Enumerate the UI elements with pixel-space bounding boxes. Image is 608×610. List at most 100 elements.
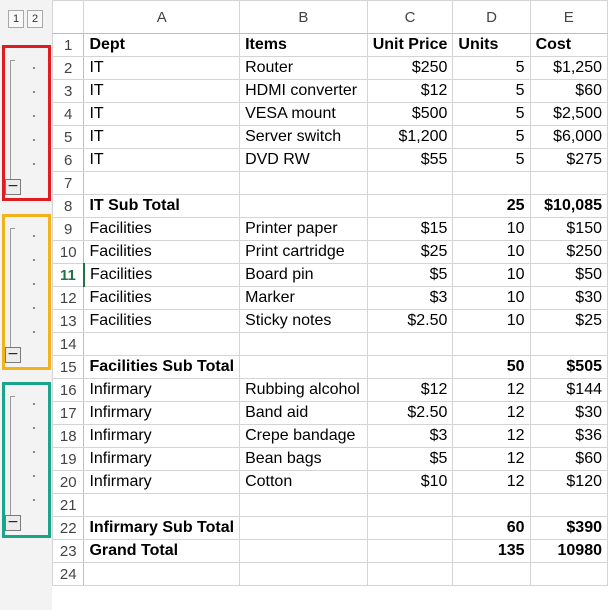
- cell-e[interactable]: Cost: [529, 33, 608, 57]
- cell-c[interactable]: $5: [366, 447, 454, 471]
- row-header[interactable]: 18: [51, 424, 85, 448]
- cell-d[interactable]: [452, 332, 531, 356]
- row-header[interactable]: 6: [51, 148, 85, 172]
- cell-c[interactable]: Unit Price: [366, 33, 454, 57]
- cell-a[interactable]: Grand Total: [83, 539, 241, 563]
- cell-d[interactable]: 12: [452, 424, 531, 448]
- row-header[interactable]: 15: [51, 355, 85, 379]
- cell-c[interactable]: [366, 332, 454, 356]
- cell-b[interactable]: Bean bags: [239, 447, 368, 471]
- collapse-group-it-button[interactable]: −: [5, 179, 21, 195]
- row-header[interactable]: 3: [51, 79, 85, 103]
- cell-c[interactable]: [366, 355, 454, 379]
- cell-a[interactable]: Facilities: [83, 309, 241, 333]
- cell-b[interactable]: Server switch: [239, 125, 368, 149]
- row-header[interactable]: 12: [51, 286, 85, 310]
- cell-c[interactable]: $12: [366, 378, 454, 402]
- row-header[interactable]: 17: [51, 401, 85, 425]
- cell-b[interactable]: Marker: [239, 286, 368, 310]
- row-header[interactable]: 13: [51, 309, 85, 333]
- cell-a[interactable]: IT: [83, 102, 241, 126]
- cell-c[interactable]: [366, 171, 454, 195]
- cell-e[interactable]: $505: [529, 355, 608, 379]
- cell-d[interactable]: 12: [452, 378, 531, 402]
- cell-d[interactable]: 5: [452, 102, 531, 126]
- row-header[interactable]: 5: [51, 125, 85, 149]
- cell-c[interactable]: $2.50: [366, 309, 454, 333]
- cell-a[interactable]: Facilities: [83, 286, 241, 310]
- cell-e[interactable]: $120: [529, 470, 608, 494]
- cell-c[interactable]: $1,200: [366, 125, 454, 149]
- cell-e[interactable]: $250: [529, 240, 608, 264]
- cell-e[interactable]: 10980: [529, 539, 608, 563]
- cell-e[interactable]: $6,000: [529, 125, 608, 149]
- cell-b[interactable]: Sticky notes: [239, 309, 368, 333]
- cell-c[interactable]: $3: [366, 286, 454, 310]
- cell-c[interactable]: $250: [366, 56, 454, 80]
- cell-d[interactable]: 5: [452, 148, 531, 172]
- cell-b[interactable]: [239, 194, 368, 218]
- cell-d[interactable]: 10: [452, 217, 531, 241]
- cell-d[interactable]: 12: [452, 401, 531, 425]
- cell-b[interactable]: DVD RW: [239, 148, 368, 172]
- cell-e[interactable]: $390: [529, 516, 608, 540]
- cell-b[interactable]: [239, 332, 368, 356]
- cell-a[interactable]: Infirmary: [83, 447, 241, 471]
- row-header[interactable]: 7: [51, 171, 85, 195]
- row-header[interactable]: 4: [51, 102, 85, 126]
- cell-b[interactable]: Band aid: [239, 401, 368, 425]
- row-header[interactable]: 23: [51, 539, 85, 563]
- row-header[interactable]: 24: [51, 562, 85, 586]
- cell-c[interactable]: $5: [366, 263, 454, 287]
- row-header[interactable]: 11: [51, 263, 85, 287]
- cell-e[interactable]: $1,250: [529, 56, 608, 80]
- cell-a[interactable]: IT: [83, 56, 241, 80]
- cell-b[interactable]: Router: [239, 56, 368, 80]
- cell-d[interactable]: 10: [452, 263, 531, 287]
- cell-a[interactable]: IT: [83, 125, 241, 149]
- cell-e[interactable]: [529, 562, 608, 586]
- cell-c[interactable]: $500: [366, 102, 454, 126]
- collapse-group-facilities-button[interactable]: −: [5, 347, 21, 363]
- cell-d[interactable]: 5: [452, 79, 531, 103]
- cell-e[interactable]: [529, 332, 608, 356]
- cell-a[interactable]: IT Sub Total: [83, 194, 241, 218]
- cell-b[interactable]: HDMI converter: [239, 79, 368, 103]
- cell-d[interactable]: 10: [452, 309, 531, 333]
- row-header[interactable]: 9: [51, 217, 85, 241]
- column-header-e[interactable]: E: [529, 0, 608, 34]
- cell-d[interactable]: 12: [452, 470, 531, 494]
- cell-c[interactable]: $2.50: [366, 401, 454, 425]
- cell-a[interactable]: Infirmary Sub Total: [83, 516, 241, 540]
- cell-e[interactable]: $60: [529, 79, 608, 103]
- row-header[interactable]: 22: [51, 516, 85, 540]
- cell-c[interactable]: $12: [366, 79, 454, 103]
- row-header[interactable]: 1: [51, 33, 85, 57]
- cell-e[interactable]: [529, 171, 608, 195]
- cell-a[interactable]: Infirmary: [83, 470, 241, 494]
- cell-e[interactable]: $30: [529, 401, 608, 425]
- cell-b[interactable]: Print cartridge: [239, 240, 368, 264]
- select-all-corner[interactable]: [51, 0, 85, 34]
- cell-a[interactable]: IT: [83, 148, 241, 172]
- cell-a[interactable]: Dept: [83, 33, 241, 57]
- cell-c[interactable]: $15: [366, 217, 454, 241]
- cell-a[interactable]: Facilities: [83, 240, 241, 264]
- column-header-a[interactable]: A: [83, 0, 241, 34]
- cell-d[interactable]: [452, 562, 531, 586]
- cell-b[interactable]: Cotton: [239, 470, 368, 494]
- cell-b[interactable]: Rubbing alcohol: [239, 378, 368, 402]
- collapse-group-infirmary-button[interactable]: −: [5, 515, 21, 531]
- cell-a[interactable]: Facilities Sub Total: [83, 355, 241, 379]
- cell-a[interactable]: Facilities: [83, 263, 241, 287]
- column-header-b[interactable]: B: [239, 0, 368, 34]
- cell-e[interactable]: $2,500: [529, 102, 608, 126]
- cell-b[interactable]: VESA mount: [239, 102, 368, 126]
- cell-d[interactable]: 10: [452, 286, 531, 310]
- outline-level-1-button[interactable]: 1: [8, 10, 24, 28]
- cell-c[interactable]: [366, 539, 454, 563]
- cell-d[interactable]: 60: [452, 516, 531, 540]
- cell-b[interactable]: [239, 355, 368, 379]
- row-header[interactable]: 20: [51, 470, 85, 494]
- cell-b[interactable]: Printer paper: [239, 217, 368, 241]
